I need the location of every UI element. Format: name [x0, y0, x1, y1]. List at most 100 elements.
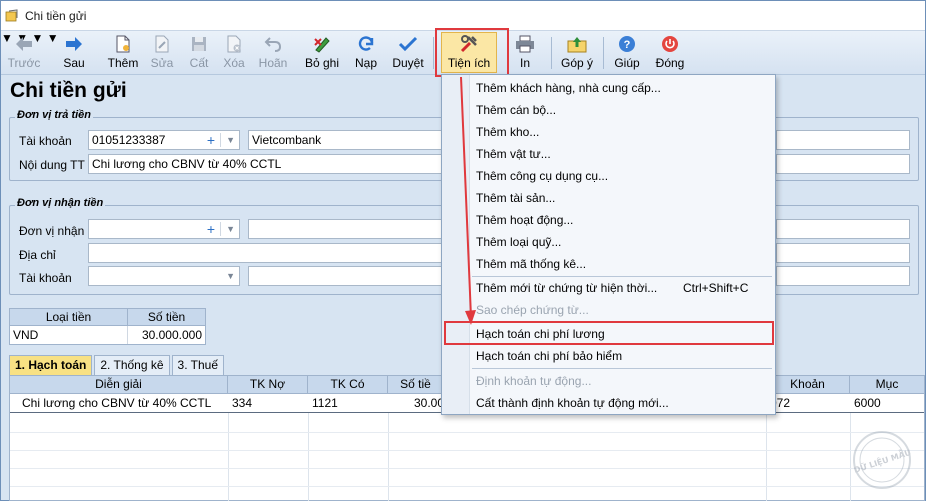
column-item[interactable]: Khoản: [766, 376, 850, 394]
window-title: Chi tiền gửi: [25, 8, 87, 23]
menu-item-copy-document[interactable]: Sao chép chứng từ...: [476, 300, 589, 320]
payer-account-value: 01051233387: [92, 133, 166, 147]
help-button[interactable]: ? Giúp: [611, 33, 643, 73]
tab-accounting[interactable]: 1. Hạch toán: [9, 355, 93, 375]
arrow-left-icon: [16, 37, 32, 51]
menu-item-add-staff[interactable]: Thêm cán bộ...: [476, 100, 556, 120]
delete-button[interactable]: Xóa: [219, 33, 249, 73]
save-button[interactable]: Cất: [185, 33, 213, 73]
menu-item-add-warehouse[interactable]: Thêm kho...: [476, 122, 539, 142]
column-section[interactable]: Mục: [850, 376, 924, 394]
approve-button[interactable]: Duyệt: [389, 33, 427, 73]
payer-extra-input[interactable]: [776, 130, 910, 150]
payee-unit-input[interactable]: + ▼: [88, 219, 240, 239]
next-button[interactable]: Sau: [57, 33, 91, 73]
feedback-label: Góp ý: [560, 56, 593, 70]
form-title: Chi tiền gửi: [10, 79, 127, 102]
refresh-icon: [358, 36, 374, 51]
reload-label: Nạp: [354, 56, 377, 70]
cell-amount[interactable]: 30.000: [410, 395, 444, 413]
content-label: Nội dung TT: [19, 158, 85, 172]
chevron-down-icon[interactable]: ▼: [226, 220, 235, 238]
chevron-down-icon[interactable]: ▼: [226, 131, 235, 149]
menu-separator: [472, 368, 772, 369]
cell-description[interactable]: Chi lương cho CBNV từ 40% CCTL: [18, 395, 228, 413]
address-label: Địa chỉ: [19, 248, 56, 262]
menu-item-auto-entry[interactable]: Định khoản tự động...: [476, 371, 591, 391]
bank-name-input[interactable]: Vietcombank: [248, 130, 444, 150]
unpost-pen-icon: [314, 37, 330, 53]
menu-separator: [472, 276, 772, 277]
add-label: Thêm: [107, 56, 139, 70]
unpost-button[interactable]: Bỏ ghi: [301, 33, 343, 73]
address-input[interactable]: [88, 243, 444, 263]
content-extra-input[interactable]: [776, 154, 910, 174]
menu-item-add-fund-type[interactable]: Thêm loại quỹ...: [476, 232, 561, 252]
cell-item[interactable]: 072: [766, 395, 850, 413]
payer-group-title: Đơn vị trả tiền: [15, 109, 94, 121]
utilities-highlight: [435, 28, 509, 77]
address-extra-input[interactable]: [776, 243, 910, 263]
currency-type-cell[interactable]: VND: [10, 326, 128, 344]
feedback-upload-icon: [567, 37, 587, 53]
delete-label: Xóa: [223, 56, 245, 70]
add-icon[interactable]: +: [207, 220, 215, 238]
bank-name-value: Vietcombank: [252, 133, 322, 147]
unpost-label: Bỏ ghi: [304, 56, 340, 70]
add-button[interactable]: Thêm: [105, 33, 141, 73]
close-label: Đóng: [655, 56, 685, 70]
cell-section[interactable]: 6000: [850, 395, 924, 413]
arrow-right-icon: [66, 37, 82, 51]
payee-extra-input[interactable]: [776, 219, 910, 239]
amount-header: Số tiền: [147, 310, 186, 324]
menu-item-add-statistic-code[interactable]: Thêm mã thống kê...: [476, 254, 586, 274]
annotation-arrow-icon: [460, 76, 476, 325]
toolbar-separator: [433, 37, 434, 69]
menu-item-add-customer[interactable]: Thêm khách hàng, nhà cung cấp...: [476, 78, 661, 98]
reload-button[interactable]: Nạp: [351, 33, 381, 73]
tab-tax[interactable]: 3. Thuế: [171, 355, 225, 375]
amount-cell[interactable]: 30.000.000: [128, 326, 205, 344]
edit-button[interactable]: Sửa: [147, 33, 177, 73]
payee-account-input[interactable]: ▼: [88, 266, 240, 286]
currency-table-header: Loại tiền Số tiền: [9, 308, 206, 326]
detail-tabs: 1. Hạch toán 2. Thống kê 3. Thuế: [9, 355, 226, 375]
printer-icon: [516, 35, 534, 53]
content-input[interactable]: Chi lương cho CBNV từ 40% CCTL: [88, 154, 444, 174]
help-icon: ?: [619, 36, 635, 52]
print-label: In: [519, 56, 530, 70]
menu-item-insurance-accounting[interactable]: Hạch toán chi phí bảo hiểm: [476, 346, 622, 366]
cell-debit[interactable]: 334: [228, 395, 308, 413]
menu-item-add-tool[interactable]: Thêm công cụ dụng cụ...: [476, 166, 608, 186]
help-label: Giúp: [614, 56, 640, 70]
payee-bank-input[interactable]: [248, 266, 444, 286]
currency-row[interactable]: VND 30.000.000: [9, 326, 206, 345]
delete-document-icon: [227, 35, 241, 53]
print-button[interactable]: In: [513, 33, 537, 73]
close-button[interactable]: Đóng: [651, 33, 689, 73]
column-description[interactable]: Diễn giải: [10, 376, 228, 394]
payee-account-label: Tài khoản: [19, 271, 72, 285]
add-icon[interactable]: +: [207, 131, 215, 149]
currency-type-header: Loại tiền: [10, 309, 128, 325]
prev-button[interactable]: Trước: [7, 33, 41, 73]
menu-item-add-material[interactable]: Thêm vật tư...: [476, 144, 551, 164]
watermark-text: DỮ LIỆU MẪU: [852, 445, 912, 475]
cell-credit[interactable]: 1121: [308, 395, 388, 413]
menu-item-add-asset[interactable]: Thêm tài sản...: [476, 188, 555, 208]
column-amount[interactable]: Số tiề: [388, 376, 444, 394]
column-debit[interactable]: TK Nợ: [228, 376, 308, 394]
chevron-down-icon[interactable]: ▼: [226, 267, 235, 285]
payer-account-input[interactable]: 01051233387 + ▼: [88, 130, 240, 150]
undo-button[interactable]: Hoãn: [255, 33, 291, 73]
menu-item-save-auto-entry[interactable]: Cất thành định khoản tự động mới...: [476, 393, 669, 413]
tab-statistics[interactable]: 2. Thống kê: [94, 355, 170, 375]
payee-name-input[interactable]: [248, 219, 444, 239]
feedback-button[interactable]: Góp ý: [557, 33, 597, 73]
menu-item-add-activity[interactable]: Thêm hoạt động...: [476, 210, 573, 230]
payee-bank-extra-input[interactable]: [776, 266, 910, 286]
main-window: Chi tiền gửi Trước ▼ Sau ▼ Thêm Sửa Cất …: [0, 0, 926, 501]
column-credit[interactable]: TK Có: [308, 376, 388, 394]
menu-item-new-from-current[interactable]: Thêm mới từ chứng từ hiện thời...: [476, 278, 657, 298]
undo-icon: [264, 37, 282, 52]
